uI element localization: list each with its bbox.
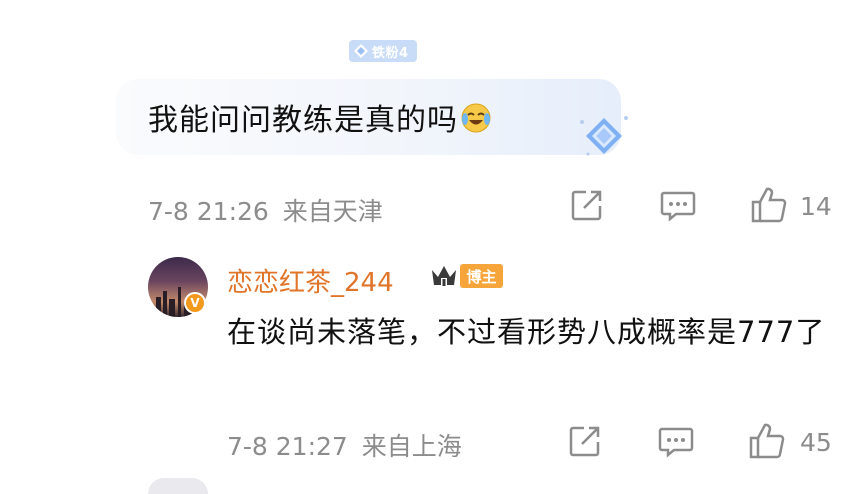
author-tag: 博主: [460, 264, 503, 288]
sparkle-diamond-icon: [580, 116, 628, 156]
crying-laughing-emoji-icon: [461, 103, 491, 133]
comment-meta: 7-8 21:26 来自天津: [148, 192, 383, 228]
diamond-icon: [354, 44, 368, 58]
share-icon[interactable]: [570, 188, 604, 222]
comment-text: 我能问问教练是真的吗: [148, 95, 492, 139]
comment-timestamp: 7-8 21:26: [148, 197, 269, 226]
reply-like-icon[interactable]: [748, 422, 786, 460]
reply-timestamp: 7-8 21:27: [227, 432, 348, 461]
reply-username[interactable]: 恋恋红茶_244: [227, 262, 394, 299]
fan-level-badge: 铁粉4: [349, 40, 417, 62]
comment-location: 来自天津: [282, 197, 383, 226]
reply-text: 在谈尚未落笔，不过看形势八成概率是777了: [227, 315, 826, 349]
reply-meta: 7-8 21:27 来自上海: [227, 427, 462, 463]
comment-like-count: 14: [800, 192, 832, 221]
reply-comment-icon[interactable]: [658, 426, 694, 458]
verified-badge: V: [184, 292, 206, 314]
comment-icon[interactable]: [660, 190, 696, 222]
like-icon[interactable]: [750, 186, 788, 224]
reply-location: 来自上海: [361, 432, 462, 461]
reply-share-icon[interactable]: [568, 424, 602, 458]
crown-icon: [432, 266, 456, 287]
comment-text-content: 我能问问教练是真的吗: [148, 103, 458, 138]
reply-like-count: 45: [800, 428, 832, 457]
next-comment-avatar-partial: [148, 478, 208, 494]
badge-label: 铁粉4: [372, 45, 409, 61]
